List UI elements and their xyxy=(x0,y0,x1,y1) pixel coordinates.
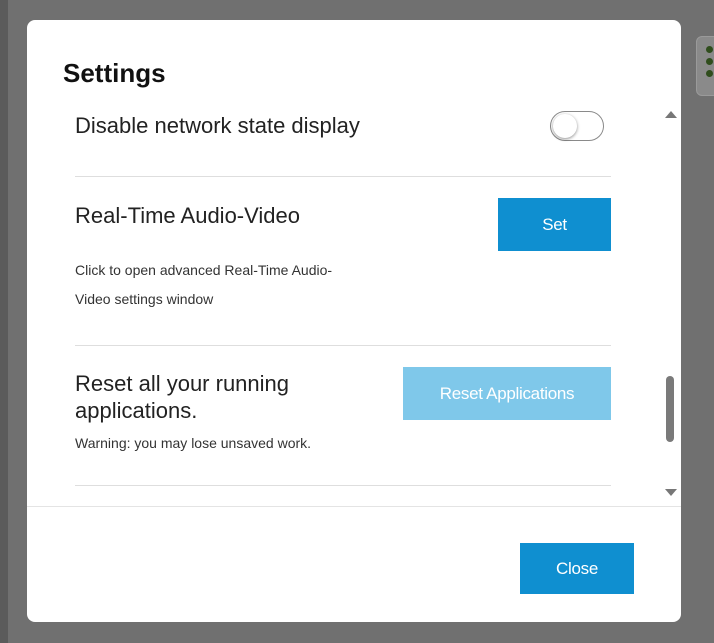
divider xyxy=(75,485,611,486)
scroll-down-icon[interactable] xyxy=(665,489,677,496)
scrollbar-thumb[interactable] xyxy=(666,376,674,442)
audio-video-label: Real-Time Audio-Video xyxy=(75,203,301,228)
audio-video-description: Click to open advanced Real-Time Audio- … xyxy=(75,256,332,314)
reset-label-line: Reset all your running xyxy=(75,371,290,396)
divider xyxy=(75,345,611,346)
toggle-knob xyxy=(553,114,577,138)
vertical-scrollbar[interactable] xyxy=(662,100,680,504)
background-panel-edge xyxy=(0,0,8,643)
divider xyxy=(75,176,611,177)
reset-applications-button[interactable]: Reset Applications xyxy=(403,367,611,420)
audio-video-set-button[interactable]: Set xyxy=(498,198,611,251)
dot-icon xyxy=(706,70,713,77)
settings-dialog: Settings Disable network state display R… xyxy=(27,20,681,622)
dot-icon xyxy=(706,58,713,65)
network-state-toggle[interactable] xyxy=(550,111,604,141)
dot-icon xyxy=(706,46,713,53)
footer-divider xyxy=(27,506,681,507)
description-line: Video settings window xyxy=(75,291,214,307)
background-toolbar-button xyxy=(696,36,714,96)
settings-scroll-area[interactable]: Disable network state display Real-Time … xyxy=(27,100,681,504)
network-state-label: Disable network state display xyxy=(75,113,360,138)
description-line: Click to open advanced Real-Time Audio- xyxy=(75,262,333,278)
close-button[interactable]: Close xyxy=(520,543,634,594)
scroll-up-icon[interactable] xyxy=(665,111,677,118)
reset-label-line: applications. xyxy=(75,398,198,423)
reset-warning: Warning: you may lose unsaved work. xyxy=(75,435,312,451)
reset-label: Reset all your running applications. xyxy=(75,370,289,424)
dialog-title: Settings xyxy=(63,58,166,88)
